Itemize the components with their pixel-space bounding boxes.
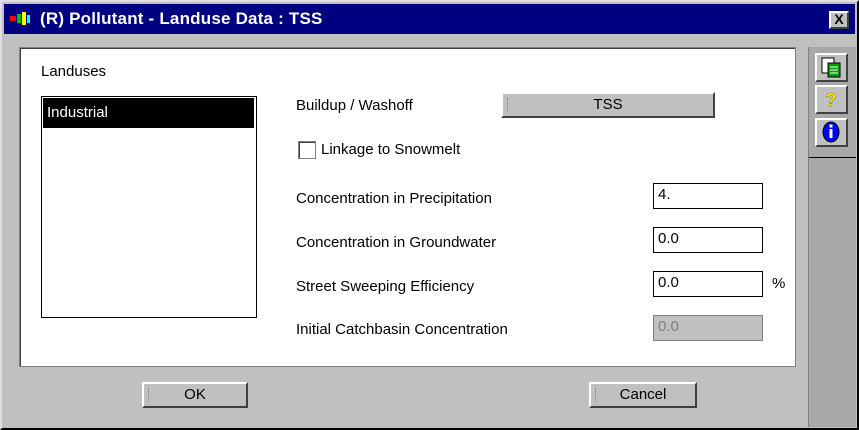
landuses-label: Landuses [41, 63, 107, 80]
ok-button-label: OK [184, 386, 206, 403]
catchbasin-label: Initial Catchbasin Concentration [296, 321, 508, 338]
catchbasin-field: 0.0 [653, 315, 763, 341]
button-grip [507, 98, 510, 112]
close-button[interactable]: X [829, 11, 849, 29]
snowmelt-checkbox[interactable] [298, 141, 316, 159]
cancel-button-label: Cancel [619, 386, 667, 403]
help-button[interactable]: ? [815, 85, 848, 114]
info-icon [822, 121, 840, 143]
groundwater-label: Concentration in Groundwater [296, 234, 497, 251]
close-icon: X [834, 11, 844, 27]
title-bar[interactable]: (R) Pollutant - Landuse Data : TSS X [4, 4, 855, 34]
app-icon [10, 12, 30, 25]
info-button[interactable] [815, 118, 848, 147]
copy-button[interactable] [815, 53, 848, 82]
main-panel: Landuses Industrial Buildup / Washoff TS… [19, 47, 796, 367]
percent-unit: % [772, 275, 786, 292]
svg-text:?: ? [826, 90, 837, 110]
window-title: (R) Pollutant - Landuse Data : TSS [40, 9, 323, 28]
side-toolbar: ? [808, 47, 856, 427]
buildup-label: Buildup / Washoff [296, 97, 413, 114]
precip-label: Concentration in Precipitation [296, 190, 492, 207]
button-grip [595, 388, 598, 402]
cancel-button[interactable]: Cancel [589, 382, 697, 408]
help-icon: ? [825, 90, 837, 111]
sweeping-field[interactable]: 0.0 [653, 271, 763, 297]
list-item-industrial[interactable]: Industrial [43, 98, 254, 128]
precip-field[interactable]: 4. [653, 183, 763, 209]
sweeping-label: Street Sweeping Efficiency [296, 278, 475, 295]
toolbar-divider [809, 157, 856, 158]
buildup-washoff-button[interactable]: TSS [501, 92, 715, 118]
landuses-listbox[interactable]: Industrial [41, 96, 257, 318]
buildup-button-label: TSS [593, 96, 623, 113]
groundwater-field[interactable]: 0.0 [653, 227, 763, 253]
ok-button[interactable]: OK [142, 382, 248, 408]
copy-icon [821, 57, 841, 78]
dialog-window: (R) Pollutant - Landuse Data : TSS X Lan… [0, 0, 859, 430]
button-grip [148, 388, 151, 402]
snowmelt-label: Linkage to Snowmelt [321, 141, 461, 158]
